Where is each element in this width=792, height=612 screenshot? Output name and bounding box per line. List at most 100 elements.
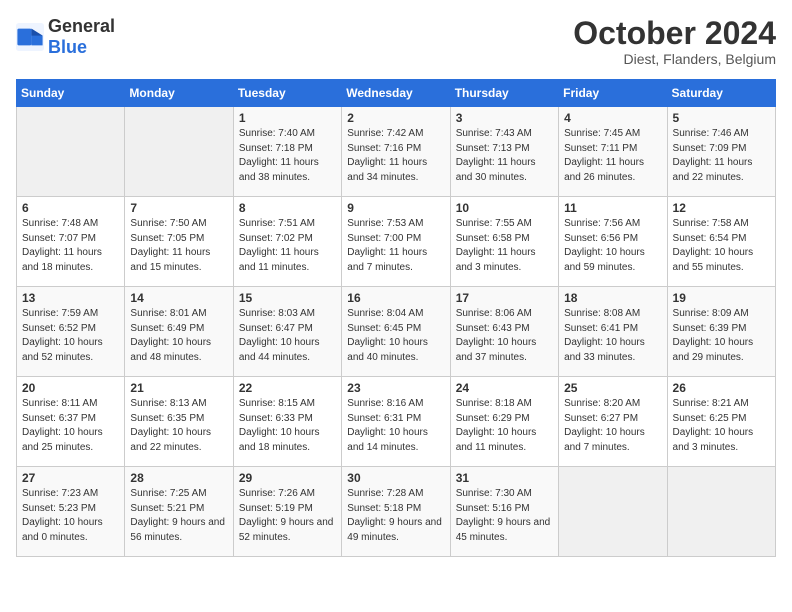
- week-row-4: 20Sunrise: 8:11 AM Sunset: 6:37 PM Dayli…: [17, 377, 776, 467]
- calendar-cell: 8 Sunrise: 7:51 AM Sunset: 7:02 PM Daylig…: [233, 197, 341, 287]
- day-number: 4: [564, 111, 661, 125]
- day-number: 9: [347, 201, 444, 215]
- day-number: 17: [456, 291, 553, 305]
- cell-info: Sunrise: 7:46 AM Sunset: 7:09 PM Dayligh…: [673, 127, 770, 185]
- cell-info: Sunrise: 8:15 AM Sunset: 6:33 PM Dayligh…: [239, 397, 336, 455]
- cell-info: Sunrise: 7:53 AM Sunset: 7:00 PM Dayligh…: [347, 217, 444, 275]
- calendar-body: 1 Sunrise: 7:40 AM Sunset: 7:18 PM Daylig…: [17, 107, 776, 557]
- cell-info: Sunrise: 8:03 AM Sunset: 6:47 PM Dayligh…: [239, 307, 336, 365]
- day-number: 15: [239, 291, 336, 305]
- calendar-cell: 25Sunrise: 8:20 AM Sunset: 6:27 PM Dayli…: [559, 377, 667, 467]
- week-row-1: 1 Sunrise: 7:40 AM Sunset: 7:18 PM Daylig…: [17, 107, 776, 197]
- cell-info: Sunrise: 7:26 AM Sunset: 5:19 PM Dayligh…: [239, 487, 336, 545]
- location-subtitle: Diest, Flanders, Belgium: [573, 51, 776, 67]
- calendar-cell: 27 Sunrise: 7:23 AM Sunset: 5:23 PM Dayli…: [17, 467, 125, 557]
- week-row-3: 13 Sunrise: 7:59 AM Sunset: 6:52 PM Dayli…: [17, 287, 776, 377]
- calendar-cell: 14Sunrise: 8:01 AM Sunset: 6:49 PM Dayli…: [125, 287, 233, 377]
- header-row: SundayMondayTuesdayWednesdayThursdayFrid…: [17, 80, 776, 107]
- day-number: 23: [347, 381, 444, 395]
- cell-info: Sunrise: 8:04 AM Sunset: 6:45 PM Dayligh…: [347, 307, 444, 365]
- day-number: 30: [347, 471, 444, 485]
- cell-info: Sunrise: 7:28 AM Sunset: 5:18 PM Dayligh…: [347, 487, 444, 545]
- calendar-cell: [125, 107, 233, 197]
- cell-info: Sunrise: 8:06 AM Sunset: 6:43 PM Dayligh…: [456, 307, 553, 365]
- cell-info: Sunrise: 7:50 AM Sunset: 7:05 PM Dayligh…: [130, 217, 227, 275]
- week-row-5: 27 Sunrise: 7:23 AM Sunset: 5:23 PM Dayli…: [17, 467, 776, 557]
- week-row-2: 6Sunrise: 7:48 AM Sunset: 7:07 PM Daylig…: [17, 197, 776, 287]
- cell-info: Sunrise: 7:51 AM Sunset: 7:02 PM Dayligh…: [239, 217, 336, 275]
- calendar-cell: 17 Sunrise: 8:06 AM Sunset: 6:43 PM Dayli…: [450, 287, 558, 377]
- calendar-cell: 19 Sunrise: 8:09 AM Sunset: 6:39 PM Dayli…: [667, 287, 775, 377]
- logo-text: General Blue: [48, 16, 115, 58]
- calendar-cell: 2Sunrise: 7:42 AM Sunset: 7:16 PM Daylig…: [342, 107, 450, 197]
- header-cell-monday: Monday: [125, 80, 233, 107]
- calendar-cell: 5 Sunrise: 7:46 AM Sunset: 7:09 PM Daylig…: [667, 107, 775, 197]
- calendar-cell: 9 Sunrise: 7:53 AM Sunset: 7:00 PM Daylig…: [342, 197, 450, 287]
- cell-info: Sunrise: 7:23 AM Sunset: 5:23 PM Dayligh…: [22, 487, 119, 545]
- cell-info: Sunrise: 8:01 AM Sunset: 6:49 PM Dayligh…: [130, 307, 227, 365]
- page-header: General Blue October 2024 Diest, Flander…: [16, 16, 776, 67]
- calendar-table: SundayMondayTuesdayWednesdayThursdayFrid…: [16, 79, 776, 557]
- calendar-cell: 23Sunrise: 8:16 AM Sunset: 6:31 PM Dayli…: [342, 377, 450, 467]
- header-cell-tuesday: Tuesday: [233, 80, 341, 107]
- calendar-cell: 11 Sunrise: 7:56 AM Sunset: 6:56 PM Dayli…: [559, 197, 667, 287]
- title-block: October 2024 Diest, Flanders, Belgium: [573, 16, 776, 67]
- day-number: 16: [347, 291, 444, 305]
- day-number: 11: [564, 201, 661, 215]
- day-number: 31: [456, 471, 553, 485]
- calendar-cell: 29 Sunrise: 7:26 AM Sunset: 5:19 PM Dayli…: [233, 467, 341, 557]
- cell-info: Sunrise: 8:20 AM Sunset: 6:27 PM Dayligh…: [564, 397, 661, 455]
- calendar-cell: 28Sunrise: 7:25 AM Sunset: 5:21 PM Dayli…: [125, 467, 233, 557]
- day-number: 26: [673, 381, 770, 395]
- header-cell-thursday: Thursday: [450, 80, 558, 107]
- cell-info: Sunrise: 7:43 AM Sunset: 7:13 PM Dayligh…: [456, 127, 553, 185]
- day-number: 29: [239, 471, 336, 485]
- calendar-cell: 12Sunrise: 7:58 AM Sunset: 6:54 PM Dayli…: [667, 197, 775, 287]
- calendar-cell: 4 Sunrise: 7:45 AM Sunset: 7:11 PM Daylig…: [559, 107, 667, 197]
- day-number: 10: [456, 201, 553, 215]
- calendar-cell: 30 Sunrise: 7:28 AM Sunset: 5:18 PM Dayli…: [342, 467, 450, 557]
- calendar-cell: [667, 467, 775, 557]
- cell-info: Sunrise: 7:56 AM Sunset: 6:56 PM Dayligh…: [564, 217, 661, 275]
- calendar-cell: 22 Sunrise: 8:15 AM Sunset: 6:33 PM Dayli…: [233, 377, 341, 467]
- day-number: 21: [130, 381, 227, 395]
- cell-info: Sunrise: 8:09 AM Sunset: 6:39 PM Dayligh…: [673, 307, 770, 365]
- day-number: 27: [22, 471, 119, 485]
- cell-info: Sunrise: 7:25 AM Sunset: 5:21 PM Dayligh…: [130, 487, 227, 545]
- day-number: 18: [564, 291, 661, 305]
- day-number: 3: [456, 111, 553, 125]
- calendar-cell: 13 Sunrise: 7:59 AM Sunset: 6:52 PM Dayli…: [17, 287, 125, 377]
- cell-info: Sunrise: 8:21 AM Sunset: 6:25 PM Dayligh…: [673, 397, 770, 455]
- calendar-cell: [559, 467, 667, 557]
- calendar-cell: [17, 107, 125, 197]
- cell-info: Sunrise: 7:55 AM Sunset: 6:58 PM Dayligh…: [456, 217, 553, 275]
- calendar-cell: 7 Sunrise: 7:50 AM Sunset: 7:05 PM Daylig…: [125, 197, 233, 287]
- day-number: 22: [239, 381, 336, 395]
- day-number: 12: [673, 201, 770, 215]
- month-year-title: October 2024: [573, 16, 776, 51]
- cell-info: Sunrise: 8:13 AM Sunset: 6:35 PM Dayligh…: [130, 397, 227, 455]
- calendar-cell: 16 Sunrise: 8:04 AM Sunset: 6:45 PM Dayli…: [342, 287, 450, 377]
- day-number: 20: [22, 381, 119, 395]
- logo: General Blue: [16, 16, 115, 58]
- calendar-cell: 15 Sunrise: 8:03 AM Sunset: 6:47 PM Dayli…: [233, 287, 341, 377]
- calendar-cell: 10 Sunrise: 7:55 AM Sunset: 6:58 PM Dayli…: [450, 197, 558, 287]
- day-number: 19: [673, 291, 770, 305]
- day-number: 8: [239, 201, 336, 215]
- day-number: 1: [239, 111, 336, 125]
- cell-info: Sunrise: 7:45 AM Sunset: 7:11 PM Dayligh…: [564, 127, 661, 185]
- day-number: 7: [130, 201, 227, 215]
- day-number: 5: [673, 111, 770, 125]
- cell-info: Sunrise: 7:59 AM Sunset: 6:52 PM Dayligh…: [22, 307, 119, 365]
- calendar-cell: 18 Sunrise: 8:08 AM Sunset: 6:41 PM Dayli…: [559, 287, 667, 377]
- cell-info: Sunrise: 8:08 AM Sunset: 6:41 PM Dayligh…: [564, 307, 661, 365]
- day-number: 13: [22, 291, 119, 305]
- calendar-cell: 31Sunrise: 7:30 AM Sunset: 5:16 PM Dayli…: [450, 467, 558, 557]
- day-number: 6: [22, 201, 119, 215]
- header-cell-sunday: Sunday: [17, 80, 125, 107]
- header-cell-friday: Friday: [559, 80, 667, 107]
- calendar-cell: 6Sunrise: 7:48 AM Sunset: 7:07 PM Daylig…: [17, 197, 125, 287]
- cell-info: Sunrise: 8:18 AM Sunset: 6:29 PM Dayligh…: [456, 397, 553, 455]
- calendar-cell: 20Sunrise: 8:11 AM Sunset: 6:37 PM Dayli…: [17, 377, 125, 467]
- cell-info: Sunrise: 7:40 AM Sunset: 7:18 PM Dayligh…: [239, 127, 336, 185]
